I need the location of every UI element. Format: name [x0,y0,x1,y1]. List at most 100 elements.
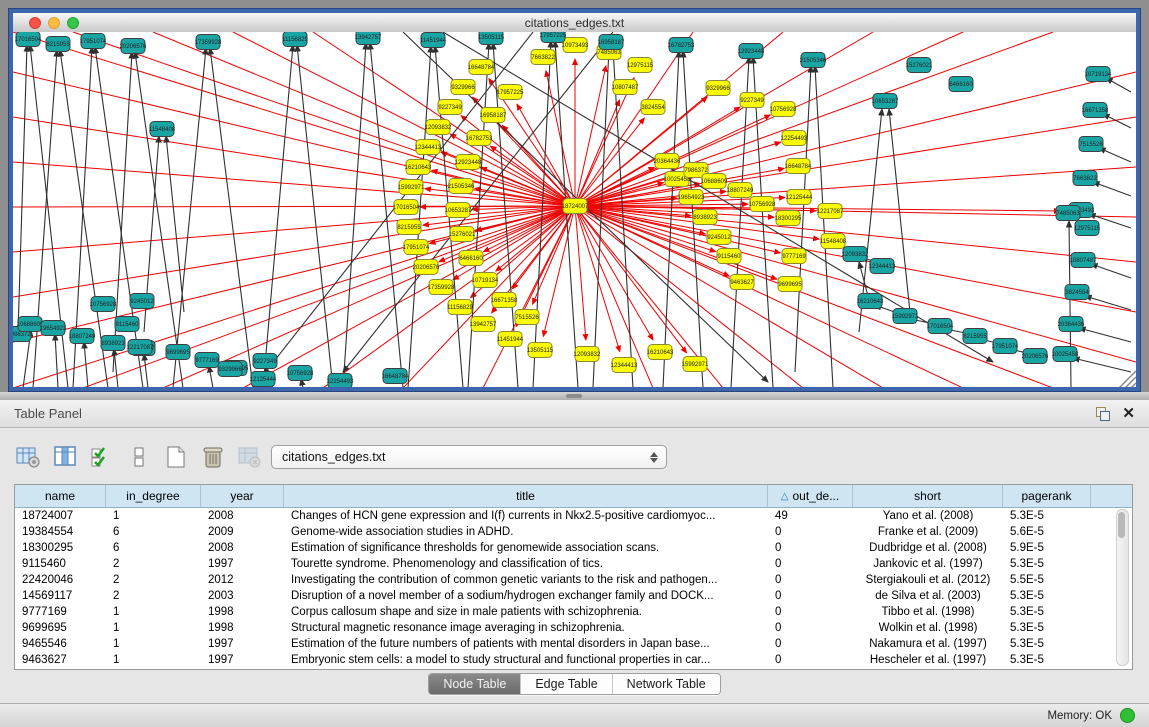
graph-node[interactable]: 10688609 [701,174,728,189]
table-row[interactable]: 2242004622012Investigating the contribut… [15,572,1132,588]
graph-node[interactable]: 9227349 [438,100,462,115]
graph-node[interactable]: 13505115 [527,343,554,358]
graph-node[interactable]: 17957225 [540,32,567,43]
graph-node[interactable]: 10807487 [1070,253,1097,268]
graph-node[interactable]: 16782753 [668,38,695,53]
cell-0[interactable]: 18724007 [15,508,106,524]
graph-node[interactable]: 9115460 [115,317,139,332]
graph-node[interactable]: 15276021 [449,227,476,242]
graph-node[interactable]: 17951074 [80,34,107,49]
cell-4[interactable]: 0 [768,652,853,668]
graph-node[interactable]: 8215955 [963,329,987,344]
graph-node[interactable]: 8938923 [693,210,717,225]
cell-6[interactable]: 5.3E-5 [1003,652,1091,668]
graph-node[interactable]: 9777169 [782,249,806,264]
cell-4[interactable]: 0 [768,636,853,652]
unselect-rows-button[interactable] [125,444,153,470]
red-edge[interactable] [575,206,653,340]
red-edge[interactable] [575,72,1136,206]
new-table-button[interactable] [162,444,190,470]
cell-1[interactable]: 1 [106,604,201,620]
cell-2[interactable]: 2008 [201,540,284,556]
black-edge[interactable] [173,48,206,387]
cell-0[interactable]: 9463627 [15,652,106,668]
graph-node[interactable]: 18807249 [727,183,754,198]
graph-node[interactable]: 12125444 [250,372,277,387]
black-edge[interactable] [1106,78,1131,92]
cell-3[interactable]: Disruption of a novel member of a sodium… [284,588,768,604]
tab-edge-table[interactable]: Edge Table [521,674,612,694]
cell-0[interactable]: 9115460 [15,556,106,572]
black-edge[interactable] [55,334,58,387]
graph-node[interactable]: 8938923 [101,336,125,351]
graph-node[interactable]: 10756928 [90,297,117,312]
black-edge[interactable] [1091,264,1131,278]
graph-node[interactable]: 11548408 [149,122,176,137]
graph-node[interactable]: 10653287 [445,203,472,218]
graph-node[interactable]: 15992971 [682,357,709,372]
graph-node[interactable]: 9699695 [166,345,190,360]
graph-node[interactable]: 6466160 [949,77,973,92]
graph-node[interactable]: 20206576 [1022,349,1049,364]
graph-node[interactable]: 3824554 [641,100,665,115]
red-edge[interactable] [13,162,575,206]
graph-node[interactable]: 9227349 [253,354,277,369]
tab-network-table[interactable]: Network Table [613,674,720,694]
delete-rows-button[interactable] [199,444,227,470]
cell-6[interactable]: 5.3E-5 [1003,604,1091,620]
red-edge[interactable] [13,117,575,206]
graph-node[interactable]: 12093832 [574,347,601,362]
graph-node[interactable]: 7485063 [1056,206,1080,221]
graph-node[interactable]: 9329966 [706,81,730,96]
cell-4[interactable]: 0 [768,540,853,556]
graph-node[interactable]: 11156829 [447,300,473,315]
graph-node[interactable]: 9699695 [778,277,802,292]
graph-node[interactable]: 20206576 [120,39,147,54]
cell-5[interactable]: Jankovic et al. (1997) [853,556,1003,572]
graph-node[interactable]: 9245012 [707,230,731,245]
red-edge[interactable] [575,167,1136,206]
table-row[interactable]: 946362711997Embryonic stem cells: a mode… [15,652,1132,668]
graph-node[interactable]: 16671358 [1082,103,1109,118]
cell-5[interactable]: de Silva et al. (2003) [853,588,1003,604]
graph-node[interactable]: 17951074 [403,240,430,255]
graph-node[interactable]: 11451944 [420,33,447,48]
black-edge[interactable] [1073,358,1131,372]
cell-0[interactable]: 19384554 [15,524,106,540]
graph-node[interactable]: 10719134 [472,273,499,288]
red-edge[interactable] [575,66,606,206]
cell-5[interactable]: Stergiakouli et al. (2012) [853,572,1003,588]
cell-6[interactable]: 5.3E-5 [1003,556,1091,572]
graph-node[interactable]: 12217087 [817,204,844,219]
cell-6[interactable]: 5.6E-5 [1003,524,1091,540]
graph-node[interactable]: 17957225 [497,85,524,100]
network-window[interactable]: citations_edges.txt 18724007166487849329… [8,8,1141,392]
graph-node[interactable]: 20206576 [413,260,440,275]
graph-node[interactable]: 10025458 [1052,347,1079,362]
cell-3[interactable]: Estimation of the future numbers of pati… [284,636,768,652]
graph-node[interactable]: 17016504 [393,200,420,215]
cell-0[interactable]: 22420046 [15,572,106,588]
graph-node[interactable]: 16648784 [785,159,812,174]
show-columns-button[interactable] [51,444,79,470]
graph-node[interactable]: 15276021 [906,58,933,73]
graph-node[interactable]: 16210643 [405,160,432,175]
panel-divider[interactable] [0,392,1149,400]
cell-1[interactable]: 1 [106,620,201,636]
black-edge[interactable] [135,52,183,387]
graph-node[interactable]: 18807249 [69,329,96,344]
cell-5[interactable]: Hescheler et al. (1997) [853,652,1003,668]
graph-node[interactable]: 16648784 [468,60,495,75]
cell-2[interactable]: 1997 [201,636,284,652]
graph-node[interactable]: 3824554 [1065,285,1089,300]
cell-2[interactable]: 2009 [201,524,284,540]
table-row[interactable]: 1830029562008Estimation of significance … [15,540,1132,556]
cell-1[interactable]: 6 [106,524,201,540]
graph-node[interactable]: 9777169 [195,353,219,368]
graph-node[interactable]: 9329966 [451,80,475,95]
graph-node[interactable]: 17016504 [15,32,42,47]
table-row[interactable]: 977716911998Corpus callosum shape and si… [15,604,1132,620]
black-edge[interactable] [18,45,27,332]
red-edge[interactable] [575,206,620,352]
cell-5[interactable]: Wolkin et al. (1998) [853,620,1003,636]
